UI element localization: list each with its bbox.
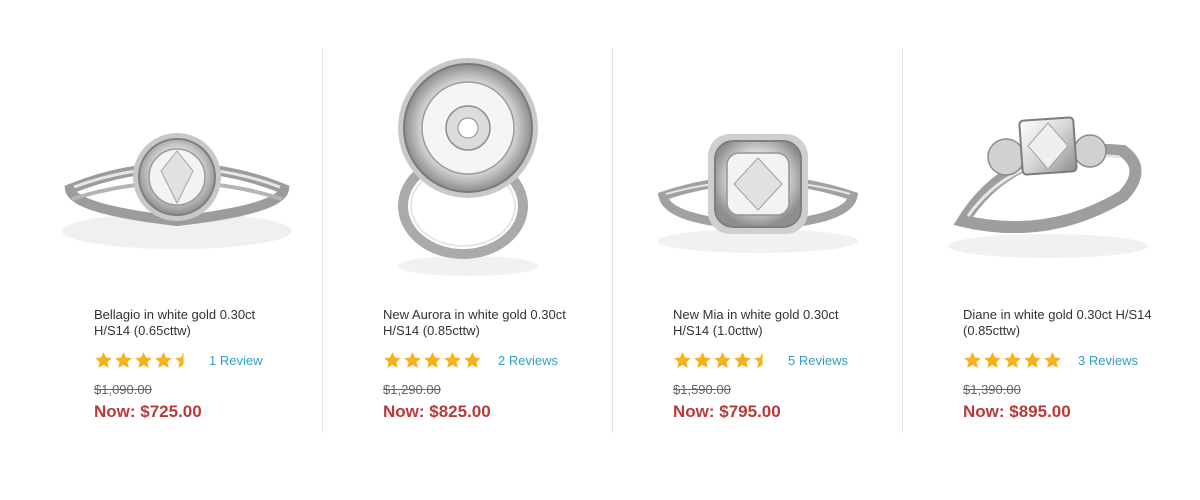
reviews-link[interactable]: 2 Reviews — [498, 353, 558, 368]
product-image[interactable] — [613, 48, 903, 293]
product-title[interactable]: Diane in white gold 0.30ct H/S14 (0.85ct… — [963, 307, 1163, 339]
star-icon — [384, 351, 401, 368]
reviews-link[interactable]: 1 Review — [209, 353, 262, 368]
product-image[interactable] — [323, 48, 613, 293]
product-rating: 5 Reviews — [673, 348, 848, 372]
star-icon — [734, 351, 751, 368]
star-icon — [1044, 351, 1061, 368]
sale-price: Now: $795.00 — [673, 402, 781, 421]
star-icon — [424, 351, 441, 368]
product-card: New Mia in white gold 0.30ct H/S14 (1.0c… — [612, 48, 902, 433]
star-rating — [383, 351, 482, 370]
product-grid: Bellagio in white gold 0.30ct H/S14 (0.6… — [32, 48, 1192, 433]
star-icon — [1004, 351, 1021, 368]
star-rating — [673, 351, 772, 370]
product-title[interactable]: Bellagio in white gold 0.30ct H/S14 (0.6… — [94, 307, 294, 339]
star-icon — [674, 351, 691, 368]
star-icon — [135, 351, 152, 368]
product-title[interactable]: New Aurora in white gold 0.30ct H/S14 (0… — [383, 307, 583, 339]
product-card: Diane in white gold 0.30ct H/S14 (0.85ct… — [902, 48, 1192, 433]
star-icon — [984, 351, 1001, 368]
product-image[interactable] — [903, 48, 1193, 293]
sale-price: Now: $825.00 — [383, 402, 491, 421]
star-icon — [754, 351, 763, 368]
star-icon — [714, 351, 731, 368]
star-icon — [404, 351, 421, 368]
product-image[interactable] — [32, 48, 322, 293]
reviews-link[interactable]: 3 Reviews — [1078, 353, 1138, 368]
sale-price: Now: $895.00 — [963, 402, 1071, 421]
star-icon — [155, 351, 172, 368]
original-price: $1,590.00 — [673, 382, 731, 397]
sale-price: Now: $725.00 — [94, 402, 202, 421]
product-rating: 3 Reviews — [963, 348, 1138, 372]
original-price: $1,290.00 — [383, 382, 441, 397]
star-icon — [175, 351, 184, 368]
ring-cushion-halo-icon — [657, 133, 859, 253]
product-card: Bellagio in white gold 0.30ct H/S14 (0.6… — [32, 48, 322, 433]
ring-halo-split-shank-icon — [62, 132, 292, 249]
reviews-link[interactable]: 5 Reviews — [788, 353, 848, 368]
product-rating: 2 Reviews — [383, 348, 558, 372]
star-rating — [963, 351, 1062, 370]
star-icon — [115, 351, 132, 368]
star-icon — [444, 351, 461, 368]
original-price: $1,090.00 — [94, 382, 152, 397]
star-icon — [95, 351, 112, 368]
product-rating: 1 Review — [94, 348, 262, 372]
ring-three-stone-icon — [948, 115, 1148, 258]
product-card: New Aurora in white gold 0.30ct H/S14 (0… — [322, 48, 612, 433]
original-price: $1,390.00 — [963, 382, 1021, 397]
star-icon — [1024, 351, 1041, 368]
star-rating — [94, 351, 193, 370]
star-icon — [464, 351, 481, 368]
star-icon — [694, 351, 711, 368]
ring-starburst-halo-icon — [398, 57, 538, 276]
product-title[interactable]: New Mia in white gold 0.30ct H/S14 (1.0c… — [673, 307, 873, 339]
star-icon — [964, 351, 981, 368]
